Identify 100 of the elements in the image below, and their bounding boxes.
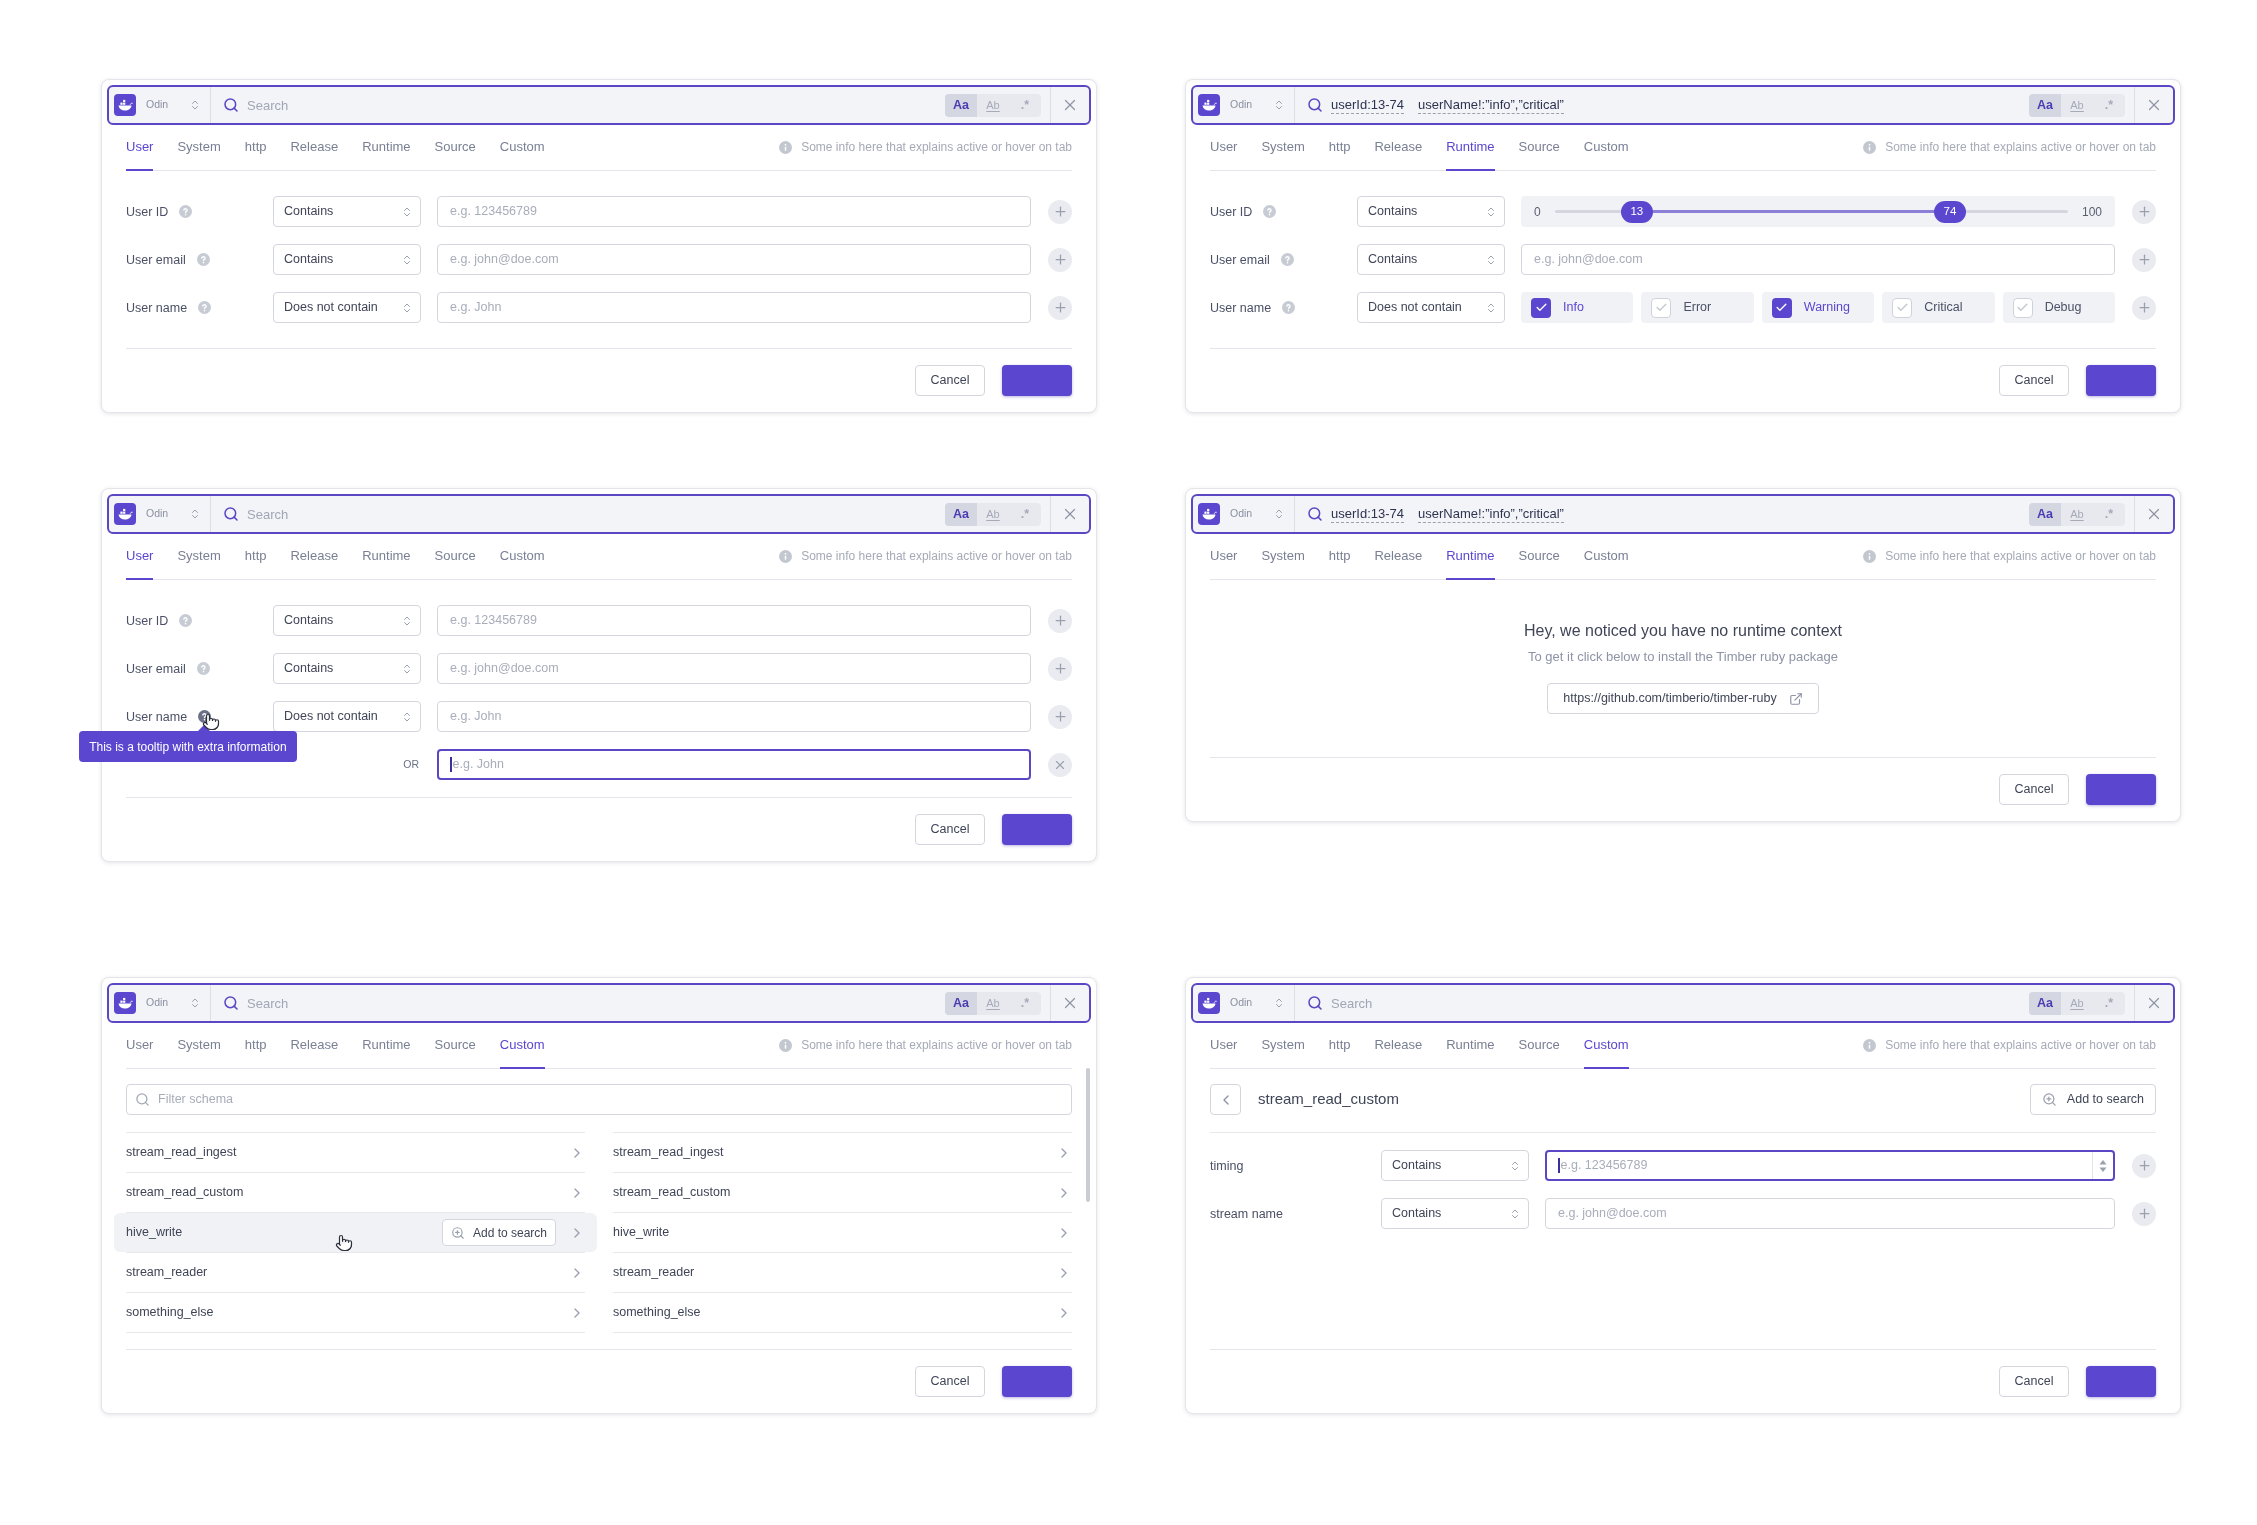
checkbox[interactable]: [2012, 297, 2033, 318]
search-field[interactable]: Search: [247, 94, 945, 116]
operator-select[interactable]: Contains: [1357, 196, 1505, 227]
operator-select[interactable]: Does not contain: [273, 292, 421, 323]
cancel-button[interactable]: Cancel: [1999, 365, 2069, 396]
value-text-input[interactable]: e.g. john@doe.com: [450, 250, 1030, 269]
schema-row[interactable]: stream_read_custom: [126, 1173, 585, 1212]
add-button[interactable]: [1048, 608, 1072, 633]
tab[interactable]: Runtime: [362, 1035, 411, 1069]
checkbox[interactable]: [1531, 297, 1551, 318]
operator-select[interactable]: Contains: [273, 653, 421, 684]
search-bar[interactable]: Odin Search Aa Ab .*: [1191, 983, 2175, 1023]
product-switcher[interactable]: Odin: [109, 496, 210, 532]
slider-thumb[interactable]: 74: [1933, 200, 1966, 223]
operator-select[interactable]: Contains: [1357, 244, 1505, 275]
tab[interactable]: Source: [1518, 546, 1560, 580]
operator-select[interactable]: Contains: [1381, 1198, 1529, 1229]
cancel-button[interactable]: Cancel: [1999, 774, 2069, 805]
product-switcher[interactable]: Odin: [109, 985, 210, 1021]
search-bar[interactable]: Odin userId:13-74 userName!:”info”,”critical” Aa Ab .*: [1191, 85, 2175, 125]
add-button[interactable]: [2132, 295, 2156, 320]
add-button[interactable]: [1048, 704, 1072, 729]
cancel-button[interactable]: Cancel: [915, 365, 985, 396]
tab[interactable]: User: [1210, 546, 1238, 580]
schema-row[interactable]: something_else: [613, 1293, 1072, 1332]
tab[interactable]: Source: [1518, 1035, 1560, 1069]
search-field[interactable]: Search: [1331, 992, 2029, 1014]
operator-select[interactable]: Does not contain: [1357, 292, 1505, 323]
operator-select[interactable]: Does not contain: [273, 701, 421, 732]
add-button[interactable]: [2132, 247, 2156, 272]
tab[interactable]: Runtime: [362, 546, 411, 580]
add-button[interactable]: [2132, 1201, 2156, 1226]
tab[interactable]: Source: [1518, 137, 1560, 171]
search-option-toggle[interactable]: Aa: [945, 991, 977, 1015]
remove-button[interactable]: [1048, 752, 1072, 777]
level-option[interactable]: Critical: [1882, 292, 1995, 323]
product-switcher[interactable]: Odin: [1193, 985, 1294, 1021]
checkbox[interactable]: [1892, 297, 1913, 318]
product-switcher[interactable]: Odin: [1193, 496, 1294, 532]
search-token[interactable]: userId:13-74: [1331, 96, 1404, 114]
add-button[interactable]: [2132, 199, 2156, 224]
schema-row[interactable]: stream_reader: [126, 1253, 585, 1292]
search-bar[interactable]: Odin Search Aa Ab .*: [107, 85, 1091, 125]
level-option[interactable]: Warning: [1761, 292, 1875, 323]
value-input[interactable]: e.g. John: [437, 749, 1031, 780]
add-to-search-button[interactable]: Add to search: [2029, 1084, 2156, 1115]
scrollbar[interactable]: [1086, 1068, 1090, 1202]
add-button[interactable]: [1048, 656, 1072, 681]
search-option-toggle[interactable]: Aa: [2029, 502, 2061, 526]
tab[interactable]: User: [1210, 1035, 1238, 1069]
level-option[interactable]: Debug: [2002, 292, 2116, 323]
schema-row[interactable]: stream_read_ingest: [126, 1133, 585, 1172]
schema-row[interactable]: hive_write Add to search: [114, 1213, 597, 1252]
product-switcher[interactable]: Odin: [109, 87, 210, 123]
product-switcher[interactable]: Odin: [1193, 87, 1294, 123]
value-input[interactable]: e.g. 123456789: [1545, 1150, 2115, 1181]
tab[interactable]: http: [1328, 137, 1351, 171]
value-text-input[interactable]: e.g. john@doe.com: [450, 659, 1030, 678]
tab[interactable]: Release: [1374, 137, 1423, 171]
search-bar[interactable]: Odin Search Aa Ab .*: [107, 494, 1091, 534]
search-option-toggle[interactable]: Aa: [945, 502, 977, 526]
level-option[interactable]: Error: [1641, 292, 1754, 323]
search-option-toggle[interactable]: Aa: [2029, 93, 2061, 117]
value-text-input[interactable]: e.g. 123456789: [450, 202, 1030, 221]
tab[interactable]: http: [1328, 546, 1351, 580]
tab[interactable]: User: [1210, 137, 1238, 171]
tab[interactable]: Source: [434, 546, 476, 580]
tab[interactable]: http: [244, 1035, 267, 1069]
cancel-button[interactable]: Cancel: [1999, 1366, 2069, 1397]
tab[interactable]: System: [177, 546, 221, 580]
search-field[interactable]: userId:13-74 userName!:”info”,”critical”: [1331, 505, 2029, 523]
tab[interactable]: Custom: [499, 546, 545, 580]
value-text-input[interactable]: e.g. John: [450, 298, 1030, 317]
tab[interactable]: Runtime: [1446, 137, 1495, 171]
search-token[interactable]: userName!:”info”,”critical”: [1418, 96, 1564, 114]
level-option[interactable]: Info: [1521, 292, 1634, 323]
add-button[interactable]: [1048, 295, 1072, 320]
tab[interactable]: System: [1261, 1035, 1305, 1069]
operator-select[interactable]: Contains: [1381, 1150, 1529, 1181]
tab[interactable]: Custom: [1583, 546, 1629, 580]
filter-input[interactable]: Filter schema: [126, 1084, 1072, 1115]
value-text-input[interactable]: e.g. 123456789: [1560, 1156, 2092, 1175]
add-to-search-button[interactable]: Add to search: [441, 1219, 556, 1246]
search-bar[interactable]: Odin Search Aa Ab .*: [107, 983, 1091, 1023]
tab[interactable]: Release: [290, 546, 339, 580]
checkbox[interactable]: [1771, 297, 1792, 318]
tab[interactable]: Runtime: [1446, 546, 1495, 580]
add-button[interactable]: [1048, 199, 1072, 224]
operator-select[interactable]: Contains: [273, 605, 421, 636]
cancel-button[interactable]: Cancel: [915, 814, 985, 845]
tab[interactable]: Release: [290, 1035, 339, 1069]
add-button[interactable]: [1048, 247, 1072, 272]
tab[interactable]: System: [1261, 546, 1305, 580]
tab[interactable]: Custom: [499, 137, 545, 171]
tab[interactable]: User: [126, 546, 154, 580]
tab[interactable]: http: [1328, 1035, 1351, 1069]
schema-row[interactable]: stream_read_ingest: [613, 1133, 1072, 1172]
search-field[interactable]: Search: [247, 992, 945, 1014]
tab[interactable]: System: [177, 137, 221, 171]
tab[interactable]: Runtime: [362, 137, 411, 171]
